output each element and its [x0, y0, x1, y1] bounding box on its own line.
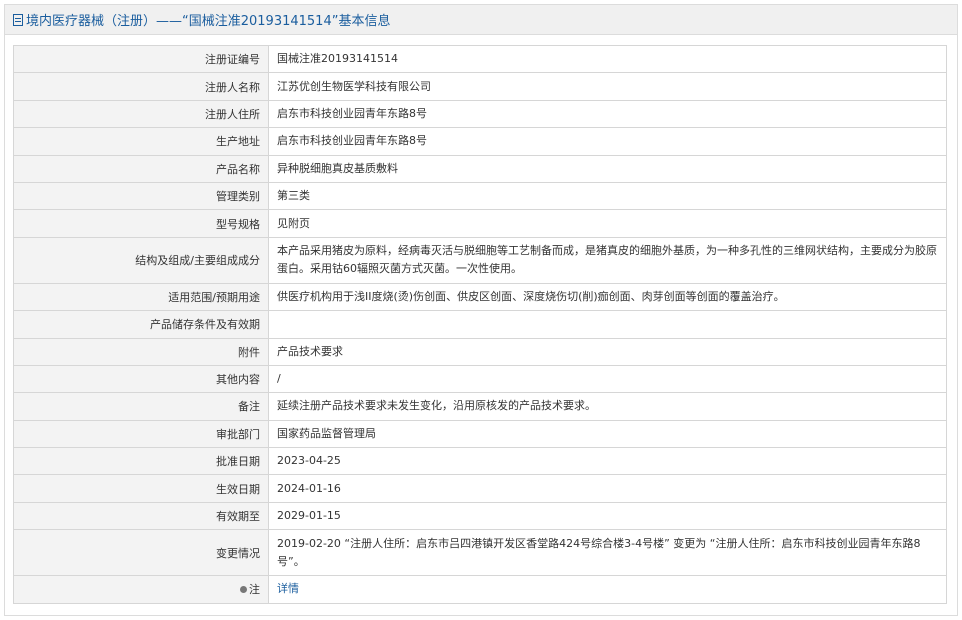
- table-row: 注册人住所 启东市科技创业园青年东路8号: [13, 99, 947, 129]
- note-label-cell: 注: [13, 575, 269, 604]
- table-row: 型号规格 见附页: [13, 209, 947, 238]
- row-value: 国械注准20193141514: [268, 44, 947, 74]
- row-value: 产品技术要求: [268, 337, 947, 366]
- row-value: 江苏优创生物医学科技有限公司: [268, 72, 947, 101]
- table-row: 备注 延续注册产品技术要求未发生变化，沿用原核发的产品技术要求。: [13, 392, 947, 421]
- panel-header: 境内医疗器械（注册）——“国械注准20193141514”基本信息: [5, 5, 957, 35]
- row-value: 启东市科技创业园青年东路8号: [268, 127, 947, 156]
- table-row: 生产地址 启东市科技创业园青年东路8号: [13, 127, 947, 156]
- table-row: 产品名称 异种脱细胞真皮基质敷料: [13, 154, 947, 183]
- row-label: 产品名称: [13, 154, 269, 183]
- row-label: 适用范围/预期用途: [13, 282, 269, 312]
- row-value: 第三类: [268, 181, 947, 211]
- table-row: 适用范围/预期用途 供医疗机构用于浅II度烧(烫)伤创面、供皮区创面、深度烧伤切(…: [13, 282, 947, 312]
- table-row: 有效期至 2029-01-15: [13, 501, 947, 531]
- table-row: 注册人名称 江苏优创生物医学科技有限公司: [13, 72, 947, 101]
- row-label: 结构及组成/主要组成成分: [13, 236, 269, 284]
- row-value: 国家药品监督管理局: [268, 419, 947, 449]
- row-label: 生效日期: [13, 474, 269, 503]
- row-label: 注册人住所: [13, 99, 269, 129]
- table-row: 管理类别 第三类: [13, 181, 947, 211]
- table-row: 产品储存条件及有效期: [13, 310, 947, 339]
- row-label: 其他内容: [13, 364, 269, 394]
- row-value: 2029-01-15: [268, 501, 947, 531]
- row-value: 2023-04-25: [268, 447, 947, 476]
- row-label: 管理类别: [13, 181, 269, 211]
- row-label: 审批部门: [13, 419, 269, 449]
- row-value: [268, 310, 947, 339]
- note-value-cell: 详情: [268, 575, 947, 604]
- info-table: 注册证编号 国械注准20193141514 注册人名称 江苏优创生物医学科技有限公司…: [13, 44, 947, 604]
- table-row: 批准日期 2023-04-25: [13, 447, 947, 476]
- note-label: 注: [249, 583, 260, 597]
- row-value: 2019-02-20 “注册人住所：启东市吕四港镇开发区香堂路424号综合楼3-…: [268, 529, 947, 577]
- row-value: 本产品采用猪皮为原料，经病毒灭活与脱细胞等工艺制备而成，是猪真皮的细胞外基质，为…: [268, 236, 947, 284]
- document-icon: [13, 13, 23, 26]
- row-label: 产品储存条件及有效期: [13, 310, 269, 339]
- table-row: 变更情况 2019-02-20 “注册人住所：启东市吕四港镇开发区香堂路424号综…: [13, 529, 947, 577]
- row-label: 注册人名称: [13, 72, 269, 101]
- row-label: 有效期至: [13, 501, 269, 531]
- row-label: 生产地址: [13, 127, 269, 156]
- row-label: 批准日期: [13, 447, 269, 476]
- table-row: 注册证编号 国械注准20193141514: [13, 44, 947, 74]
- row-value: 见附页: [268, 209, 947, 238]
- row-label: 变更情况: [13, 529, 269, 577]
- row-value: 启东市科技创业园青年东路8号: [268, 99, 947, 129]
- note-row: 注 详情: [13, 575, 947, 604]
- row-label: 附件: [13, 337, 269, 366]
- table-row: 审批部门 国家药品监督管理局: [13, 419, 947, 449]
- table-row: 结构及组成/主要组成成分 本产品采用猪皮为原料，经病毒灭活与脱细胞等工艺制备而成，…: [13, 236, 947, 284]
- row-value: /: [268, 364, 947, 394]
- table-row: 生效日期 2024-01-16: [13, 474, 947, 503]
- row-label: 型号规格: [13, 209, 269, 238]
- row-value: 供医疗机构用于浅II度烧(烫)伤创面、供皮区创面、深度烧伤切(削)痂创面、肉芽创…: [268, 282, 947, 312]
- row-value: 异种脱细胞真皮基质敷料: [268, 154, 947, 183]
- row-label: 注册证编号: [13, 44, 269, 74]
- detail-panel: 境内医疗器械（注册）——“国械注准20193141514”基本信息 注册证编号国…: [4, 4, 958, 616]
- panel-title: 境内医疗器械（注册）——“国械注准20193141514”基本信息: [26, 14, 391, 29]
- pin-icon: [240, 585, 247, 593]
- row-label: 备注: [13, 392, 269, 421]
- table-row: 附件 产品技术要求: [13, 337, 947, 366]
- details-link[interactable]: 详情: [277, 582, 299, 595]
- row-value: 延续注册产品技术要求未发生变化，沿用原核发的产品技术要求。: [268, 392, 947, 421]
- row-value: 2024-01-16: [268, 474, 947, 503]
- table-row: 其他内容 /: [13, 364, 947, 394]
